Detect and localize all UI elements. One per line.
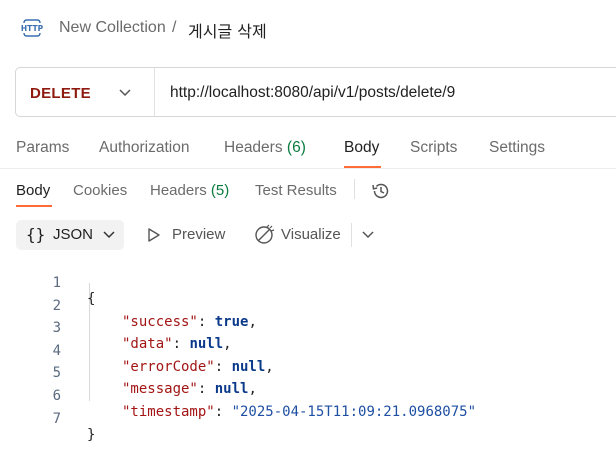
http-request-icon: HTTP — [21, 19, 44, 37]
json-key: "data" — [122, 336, 173, 353]
tab-label: Headers — [224, 139, 283, 156]
response-tab-body[interactable]: Body — [16, 182, 50, 199]
headers-count: (6) — [286, 139, 306, 156]
json-value: "2025-04-15T11:09:21.0968075" — [231, 404, 477, 420]
request-name[interactable]: 게시글 삭제 — [188, 18, 267, 42]
tab-label: Body — [344, 139, 380, 156]
line-number: 7 — [52, 410, 61, 427]
json-value: null — [189, 336, 224, 353]
breadcrumb-collection[interactable]: New Collection — [59, 19, 166, 37]
url-divider — [154, 68, 155, 116]
tab-label: Scripts — [410, 139, 458, 156]
tab-headers[interactable]: Headers (6) — [224, 139, 306, 157]
line-number: 5 — [52, 365, 61, 382]
code-line: 2 "success": true, — [0, 282, 257, 330]
toolbar-divider — [351, 223, 352, 247]
code-line: 6 "timestamp": "2025-04-15T11:09:21.0968… — [0, 372, 476, 420]
chevron-down-icon — [103, 231, 115, 239]
line-number: 1 — [52, 275, 61, 291]
response-tab-cookies[interactable]: Cookies — [73, 182, 127, 199]
tab-scripts[interactable]: Scripts — [410, 139, 457, 157]
code-line: 4 "errorCode": null, — [0, 327, 274, 375]
history-icon[interactable] — [370, 180, 392, 202]
json-key: "timestamp" — [122, 404, 215, 420]
code-line: 3 "data": null, — [0, 304, 232, 352]
tab-label: Authorization — [99, 139, 190, 156]
response-tab-headers[interactable]: Headers (5) — [150, 182, 229, 199]
chevron-down-icon[interactable] — [360, 228, 376, 242]
chevron-down-icon[interactable] — [117, 86, 133, 100]
headers-count: (5) — [210, 182, 230, 199]
code-line: 7 } — [0, 395, 96, 443]
tab-label: Params — [16, 139, 70, 156]
open-brace: { — [87, 291, 96, 307]
line-number: 3 — [52, 320, 61, 337]
code-line: 5 "message": null, — [0, 349, 257, 397]
line-number: 4 — [52, 342, 61, 359]
format-label: JSON — [53, 226, 94, 243]
visualize-button[interactable]: Visualize — [281, 226, 341, 243]
tab-body[interactable]: Body — [344, 139, 379, 157]
tab-label: Test Results — [255, 182, 337, 199]
json-key: "message" — [122, 381, 198, 398]
tab-label: Cookies — [73, 182, 128, 199]
url-input[interactable]: http://localhost:8080/api/v1/posts/delet… — [170, 84, 455, 102]
line-number: 2 — [52, 297, 61, 314]
code-line: 1 { — [0, 259, 96, 307]
preview-button[interactable]: Preview — [172, 226, 225, 243]
response-tabs-divider — [354, 179, 355, 199]
json-value: true — [214, 313, 249, 330]
braces-icon: {} — [26, 225, 46, 244]
close-brace: } — [87, 426, 96, 443]
json-key: "errorCode" — [122, 358, 215, 375]
json-value: null — [214, 381, 249, 398]
active-response-tab-indicator — [16, 205, 52, 207]
tab-label: Settings — [489, 139, 546, 156]
play-icon[interactable] — [147, 227, 161, 243]
tab-params[interactable]: Params — [16, 139, 69, 157]
response-tab-test-results[interactable]: Test Results — [255, 182, 337, 199]
tab-settings[interactable]: Settings — [489, 139, 545, 157]
tab-authorization[interactable]: Authorization — [99, 139, 189, 157]
tab-label: Body — [16, 182, 51, 199]
json-value: null — [231, 358, 266, 375]
breadcrumb-separator: / — [172, 19, 177, 36]
tabs-divider — [0, 168, 616, 169]
visualize-icon[interactable] — [253, 224, 275, 246]
json-key: "success" — [122, 313, 198, 330]
method-select[interactable]: DELETE — [30, 85, 91, 102]
line-number: 6 — [52, 388, 61, 404]
tab-label: Headers — [150, 182, 207, 199]
svg-text:HTTP: HTTP — [21, 24, 44, 33]
